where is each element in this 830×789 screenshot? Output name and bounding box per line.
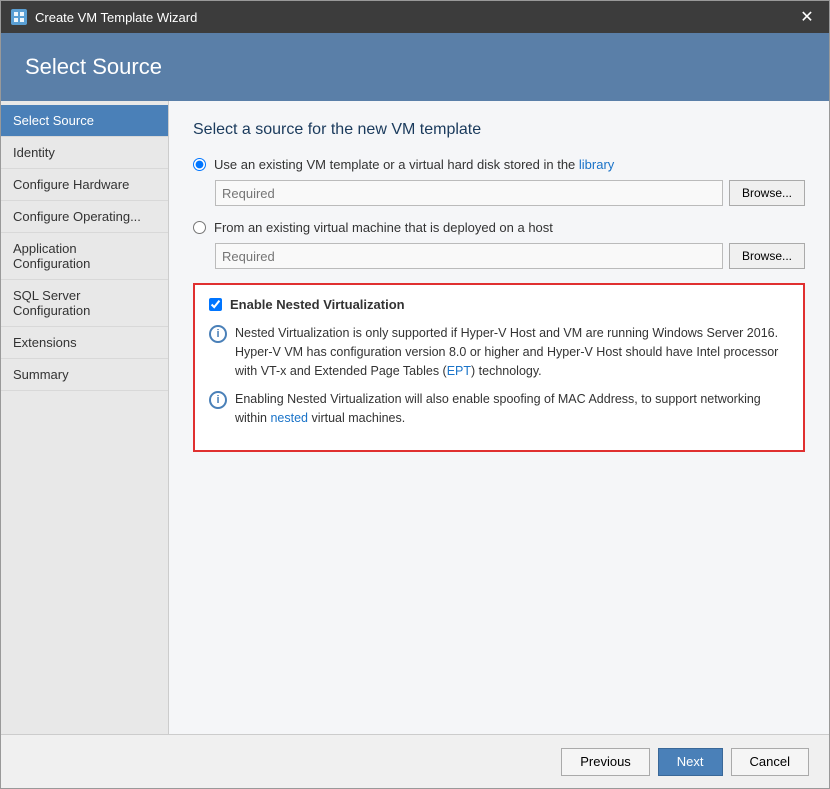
option1-label[interactable]: Use an existing VM template or a virtual… (214, 157, 614, 172)
main-panel: Select a source for the new VM template … (169, 101, 829, 734)
previous-button[interactable]: Previous (561, 748, 650, 776)
option1-input[interactable] (215, 180, 723, 206)
option2-radio[interactable] (193, 221, 206, 234)
page-title: Select Source (25, 54, 162, 80)
window-icon (11, 9, 27, 25)
next-button[interactable]: Next (658, 748, 723, 776)
sidebar-item-summary[interactable]: Summary (1, 359, 168, 391)
option1-input-row: Browse... (215, 180, 805, 206)
info-text-1: Nested Virtualization is only supported … (235, 324, 789, 380)
option2-label[interactable]: From an existing virtual machine that is… (214, 220, 553, 235)
content-area: Select Source Identity Configure Hardwar… (1, 101, 829, 734)
option2-browse-button[interactable]: Browse... (729, 243, 805, 269)
sidebar-item-select-source[interactable]: Select Source (1, 105, 168, 137)
enable-nested-virt-row: Enable Nested Virtualization (209, 297, 789, 312)
title-bar: Create VM Template Wizard ✕ (1, 1, 829, 33)
info-icon-2: i (209, 391, 227, 409)
window-title: Create VM Template Wizard (35, 10, 197, 25)
info-icon-1: i (209, 325, 227, 343)
enable-nested-virt-label[interactable]: Enable Nested Virtualization (230, 297, 405, 312)
main-section-title: Select a source for the new VM template (193, 121, 805, 139)
info-block-1: i Nested Virtualization is only supporte… (209, 324, 789, 380)
info-block-2: i Enabling Nested Virtualization will al… (209, 390, 789, 428)
footer: Previous Next Cancel (1, 734, 829, 788)
close-button[interactable]: ✕ (795, 5, 819, 29)
header-banner: Select Source (1, 33, 829, 101)
sidebar-item-application-configuration[interactable]: Application Configuration (1, 233, 168, 280)
cancel-button[interactable]: Cancel (731, 748, 809, 776)
option1-row: Use an existing VM template or a virtual… (193, 157, 805, 172)
nested-virtualization-section: Enable Nested Virtualization i Nested Vi… (193, 283, 805, 452)
sidebar-item-sql-server-configuration[interactable]: SQL Server Configuration (1, 280, 168, 327)
wizard-window: Create VM Template Wizard ✕ Select Sourc… (0, 0, 830, 789)
option2-input[interactable] (215, 243, 723, 269)
enable-nested-virt-checkbox[interactable] (209, 298, 222, 311)
option1-radio[interactable] (193, 158, 206, 171)
sidebar-item-configure-hardware[interactable]: Configure Hardware (1, 169, 168, 201)
sidebar: Select Source Identity Configure Hardwar… (1, 101, 169, 734)
option1-browse-button[interactable]: Browse... (729, 180, 805, 206)
sidebar-item-identity[interactable]: Identity (1, 137, 168, 169)
info-text-2: Enabling Nested Virtualization will also… (235, 390, 789, 428)
option2-row: From an existing virtual machine that is… (193, 220, 805, 235)
sidebar-item-extensions[interactable]: Extensions (1, 327, 168, 359)
option2-input-row: Browse... (215, 243, 805, 269)
title-bar-left: Create VM Template Wizard (11, 9, 197, 25)
sidebar-item-configure-operating[interactable]: Configure Operating... (1, 201, 168, 233)
